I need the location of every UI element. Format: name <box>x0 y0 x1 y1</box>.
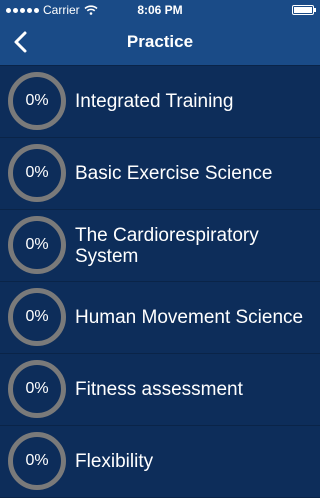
page-title: Practice <box>126 32 194 51</box>
navigation-bar: Practice <box>0 20 320 66</box>
progress-ring: 0% <box>8 432 66 490</box>
list-item-label: The Cardiorespiratory System <box>75 224 259 267</box>
progress-percent: 0% <box>25 380 49 397</box>
progress-ring: 0% <box>8 144 66 202</box>
chevron-left-icon <box>14 31 27 53</box>
progress-ring: 0% <box>8 360 66 418</box>
list-item-label: Fitness assessment <box>75 379 243 400</box>
status-time: 8:06 PM <box>137 3 183 17</box>
list-item[interactable]: 0% Human Movement Science <box>0 282 320 354</box>
progress-ring: 0% <box>8 72 66 130</box>
progress-percent: 0% <box>25 308 49 325</box>
progress-ring: 0% <box>8 216 66 274</box>
battery-icon <box>292 5 316 15</box>
progress-percent: 0% <box>25 164 49 181</box>
progress-ring: 0% <box>8 288 66 346</box>
back-button[interactable] <box>8 28 36 56</box>
progress-percent: 0% <box>25 236 49 253</box>
list-item[interactable]: 0% Fitness assessment <box>0 354 320 426</box>
list-item[interactable]: 0% Flexibility <box>0 426 320 498</box>
list-item[interactable]: 0% Basic Exercise Science <box>0 138 320 210</box>
practice-list: 0% Integrated Training 0% Basic Exercise… <box>0 66 320 498</box>
list-item-label: Human Movement Science <box>75 307 304 328</box>
list-item-label: Integrated Training <box>75 91 234 112</box>
progress-percent: 0% <box>25 92 49 109</box>
list-item-label: Basic Exercise Science <box>75 163 273 184</box>
progress-percent: 0% <box>25 452 49 469</box>
list-item[interactable]: 0% Integrated Training <box>0 66 320 138</box>
list-item-label: Flexibility <box>75 451 154 472</box>
list-item[interactable]: 0% The Cardiorespiratory System <box>0 210 320 282</box>
status-bar: Carrier 8:06 PM <box>0 0 320 20</box>
